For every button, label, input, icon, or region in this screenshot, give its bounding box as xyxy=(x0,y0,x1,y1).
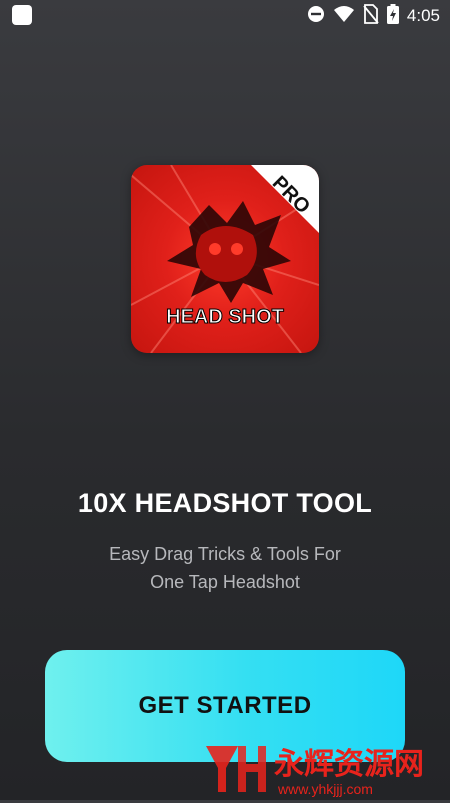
wifi-icon xyxy=(333,5,355,28)
watermark-logo-icon xyxy=(206,746,238,792)
app-icon xyxy=(12,5,32,25)
logo-text: HEAD SHOT xyxy=(166,306,284,328)
watermark: 永辉资源网 www.yhkjjj.com xyxy=(200,738,450,798)
app-logo: PRO HEAD SHOT xyxy=(131,165,319,353)
battery-charging-icon xyxy=(386,3,399,29)
watermark-brand: 永辉资源网 xyxy=(274,747,424,782)
status-bar: 4:05 xyxy=(0,0,450,32)
no-sim-icon xyxy=(363,3,379,29)
subtitle-line-2: One Tap Headshot xyxy=(150,572,300,592)
do-not-disturb-icon xyxy=(307,5,325,28)
status-icons: 4:05 xyxy=(307,3,440,29)
app-title: 10X HEADSHOT TOOL xyxy=(77,488,373,518)
status-time: 4:05 xyxy=(406,6,440,25)
subtitle-line-1: Easy Drag Tricks & Tools For xyxy=(109,544,341,564)
app-subtitle: Easy Drag Tricks & Tools For One Tap Hea… xyxy=(0,540,450,596)
watermark-url: www.yhkjjj.com xyxy=(277,781,373,797)
